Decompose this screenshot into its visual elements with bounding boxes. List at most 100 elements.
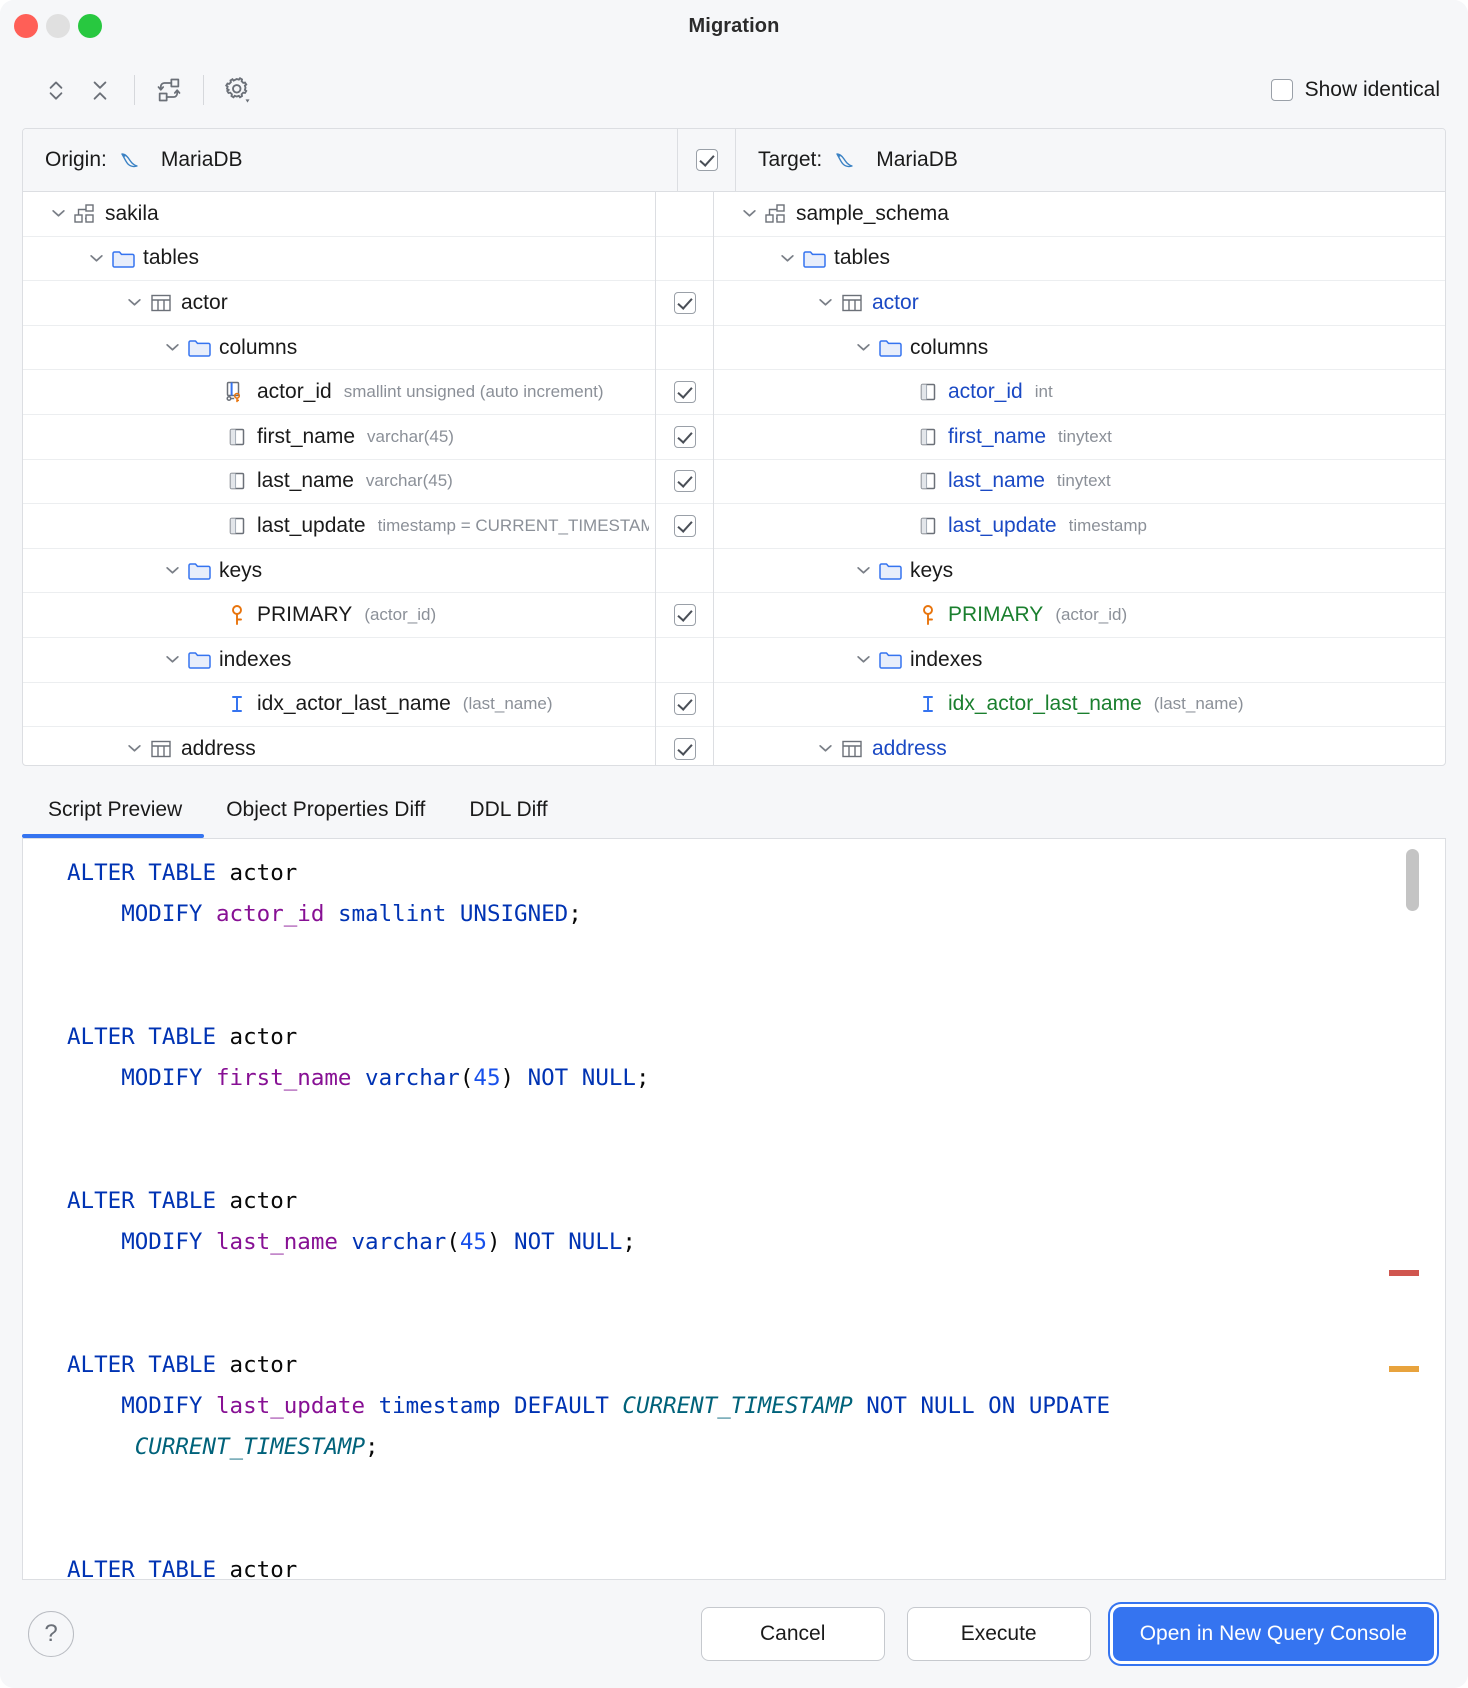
code-token: ALTER TABLE: [67, 1024, 216, 1050]
tree-row[interactable]: last_nametinytext: [714, 460, 1445, 505]
editor-scrollbar[interactable]: [1405, 839, 1421, 1579]
editor-scrollbar-thumb[interactable]: [1406, 849, 1419, 911]
migrate-checkbox[interactable]: [674, 738, 696, 760]
tree-row[interactable]: PRIMARY(actor_id): [714, 593, 1445, 638]
migrate-checkbox-cell[interactable]: [656, 727, 713, 766]
tab-object-properties-diff[interactable]: Object Properties Diff: [204, 798, 447, 838]
tree-row[interactable]: sample_schema: [714, 192, 1445, 237]
open-in-new-query-console-button[interactable]: Open in New Query Console: [1113, 1607, 1434, 1661]
key-icon: [914, 602, 942, 628]
minimize-window-button[interactable]: [46, 14, 70, 38]
chevron-down-icon[interactable]: [83, 251, 109, 266]
code-token: actor: [216, 1557, 297, 1580]
chevron-down-icon[interactable]: [736, 206, 762, 221]
target-datasource[interactable]: MariaDB: [876, 148, 958, 172]
table-icon: [147, 736, 175, 762]
migrate-checkbox[interactable]: [674, 693, 696, 715]
tree-row[interactable]: PRIMARY(actor_id): [23, 593, 655, 638]
sql-script[interactable]: ALTER TABLE actor MODIFY actor_id smalli…: [23, 839, 1445, 1580]
tree-row[interactable]: actor: [714, 281, 1445, 326]
code-token: [202, 1393, 216, 1419]
chevron-down-icon[interactable]: [774, 251, 800, 266]
tree-row[interactable]: indexes: [23, 638, 655, 683]
script-preview-editor[interactable]: ALTER TABLE actor MODIFY actor_id smalli…: [22, 838, 1446, 1580]
tree-row[interactable]: address: [23, 727, 655, 766]
warning-stripe[interactable]: [1389, 1366, 1419, 1372]
chevron-down-icon[interactable]: [159, 563, 185, 578]
tree-row[interactable]: sakila: [23, 192, 655, 237]
tree-row[interactable]: actor_idint: [714, 370, 1445, 415]
tree-row[interactable]: tables: [23, 237, 655, 282]
settings-gear-icon[interactable]: [216, 68, 260, 112]
chevron-down-icon[interactable]: [812, 295, 838, 310]
code-token: [67, 1065, 121, 1091]
code-token: MODIFY: [121, 901, 202, 927]
migrate-checkbox-cell[interactable]: [656, 460, 713, 505]
maximize-window-button[interactable]: [78, 14, 102, 38]
tree-row-meta: smallint unsigned (auto increment): [344, 382, 604, 402]
execute-button[interactable]: Execute: [907, 1607, 1091, 1661]
chevron-down-icon[interactable]: [121, 741, 147, 756]
origin-datasource[interactable]: MariaDB: [161, 148, 243, 172]
chevron-down-icon[interactable]: [850, 340, 876, 355]
tree-row[interactable]: first_namevarchar(45): [23, 415, 655, 460]
target-tree[interactable]: sample_schematablesactorcolumnsactor_idi…: [714, 192, 1445, 766]
tab-ddl-diff[interactable]: DDL Diff: [447, 798, 569, 838]
tree-row-label: address: [181, 737, 256, 761]
migrate-checkbox[interactable]: [674, 604, 696, 626]
chevron-down-icon[interactable]: [121, 295, 147, 310]
tree-row[interactable]: last_updatetimestamp: [714, 504, 1445, 549]
chevron-down-icon[interactable]: [159, 652, 185, 667]
help-icon[interactable]: ?: [28, 1611, 74, 1657]
migrate-checkbox-cell: [656, 549, 713, 594]
migrate-checkbox-cell[interactable]: [656, 593, 713, 638]
tree-row[interactable]: tables: [714, 237, 1445, 282]
chevron-down-icon[interactable]: [850, 652, 876, 667]
tree-row[interactable]: first_nametinytext: [714, 415, 1445, 460]
chevron-down-icon[interactable]: [45, 206, 71, 221]
select-all-checkbox[interactable]: [696, 149, 718, 171]
migrate-checkbox-cell[interactable]: [656, 415, 713, 460]
tree-row[interactable]: address: [714, 727, 1445, 766]
tab-script-preview[interactable]: Script Preview: [22, 798, 204, 838]
tree-row[interactable]: columns: [714, 326, 1445, 371]
tree-row[interactable]: idx_actor_last_name(last_name): [714, 683, 1445, 728]
code-token: actor: [216, 860, 297, 886]
migrate-checkbox-cell[interactable]: [656, 504, 713, 549]
show-identical-control[interactable]: Show identical: [1271, 78, 1446, 102]
cancel-button[interactable]: Cancel: [701, 1607, 885, 1661]
migrate-checkbox[interactable]: [674, 381, 696, 403]
code-token: [853, 1393, 867, 1419]
tree-row[interactable]: actor_idsmallint unsigned (auto incremen…: [23, 370, 655, 415]
close-window-button[interactable]: [14, 14, 38, 38]
tree-row[interactable]: last_updatetimestamp = CURRENT_TIMESTAMP: [23, 504, 655, 549]
tree-row[interactable]: indexes: [714, 638, 1445, 683]
error-stripe[interactable]: [1389, 1270, 1419, 1276]
migrate-checkbox-cell[interactable]: [656, 370, 713, 415]
tree-row-label: PRIMARY: [948, 603, 1043, 627]
chevron-down-icon[interactable]: [812, 741, 838, 756]
chevron-down-icon[interactable]: [159, 340, 185, 355]
migrate-checkbox-column[interactable]: [655, 192, 714, 766]
tree-row[interactable]: idx_actor_last_name(last_name): [23, 683, 655, 728]
tree-row[interactable]: last_namevarchar(45): [23, 460, 655, 505]
origin-tree[interactable]: sakilatablesactorcolumnsactor_idsmallint…: [23, 192, 655, 766]
target-pane-header: Target: MariaDB: [736, 129, 1445, 191]
tree-row[interactable]: keys: [714, 549, 1445, 594]
migrate-checkbox-cell[interactable]: [656, 683, 713, 728]
migrate-checkbox[interactable]: [674, 426, 696, 448]
collapse-all-icon[interactable]: [78, 68, 122, 112]
chevron-down-icon[interactable]: [850, 563, 876, 578]
tree-row[interactable]: columns: [23, 326, 655, 371]
expand-all-icon[interactable]: [34, 68, 78, 112]
swap-sides-icon[interactable]: [147, 68, 191, 112]
tree-row[interactable]: actor: [23, 281, 655, 326]
migrate-checkbox[interactable]: [674, 470, 696, 492]
migrate-checkbox[interactable]: [674, 292, 696, 314]
show-identical-checkbox[interactable]: [1271, 79, 1293, 101]
migrate-checkbox-cell[interactable]: [656, 281, 713, 326]
migrate-checkbox[interactable]: [674, 515, 696, 537]
detail-tabs[interactable]: Script PreviewObject Properties DiffDDL …: [0, 766, 1468, 838]
tree-row[interactable]: keys: [23, 549, 655, 594]
code-token: ): [501, 1065, 528, 1091]
